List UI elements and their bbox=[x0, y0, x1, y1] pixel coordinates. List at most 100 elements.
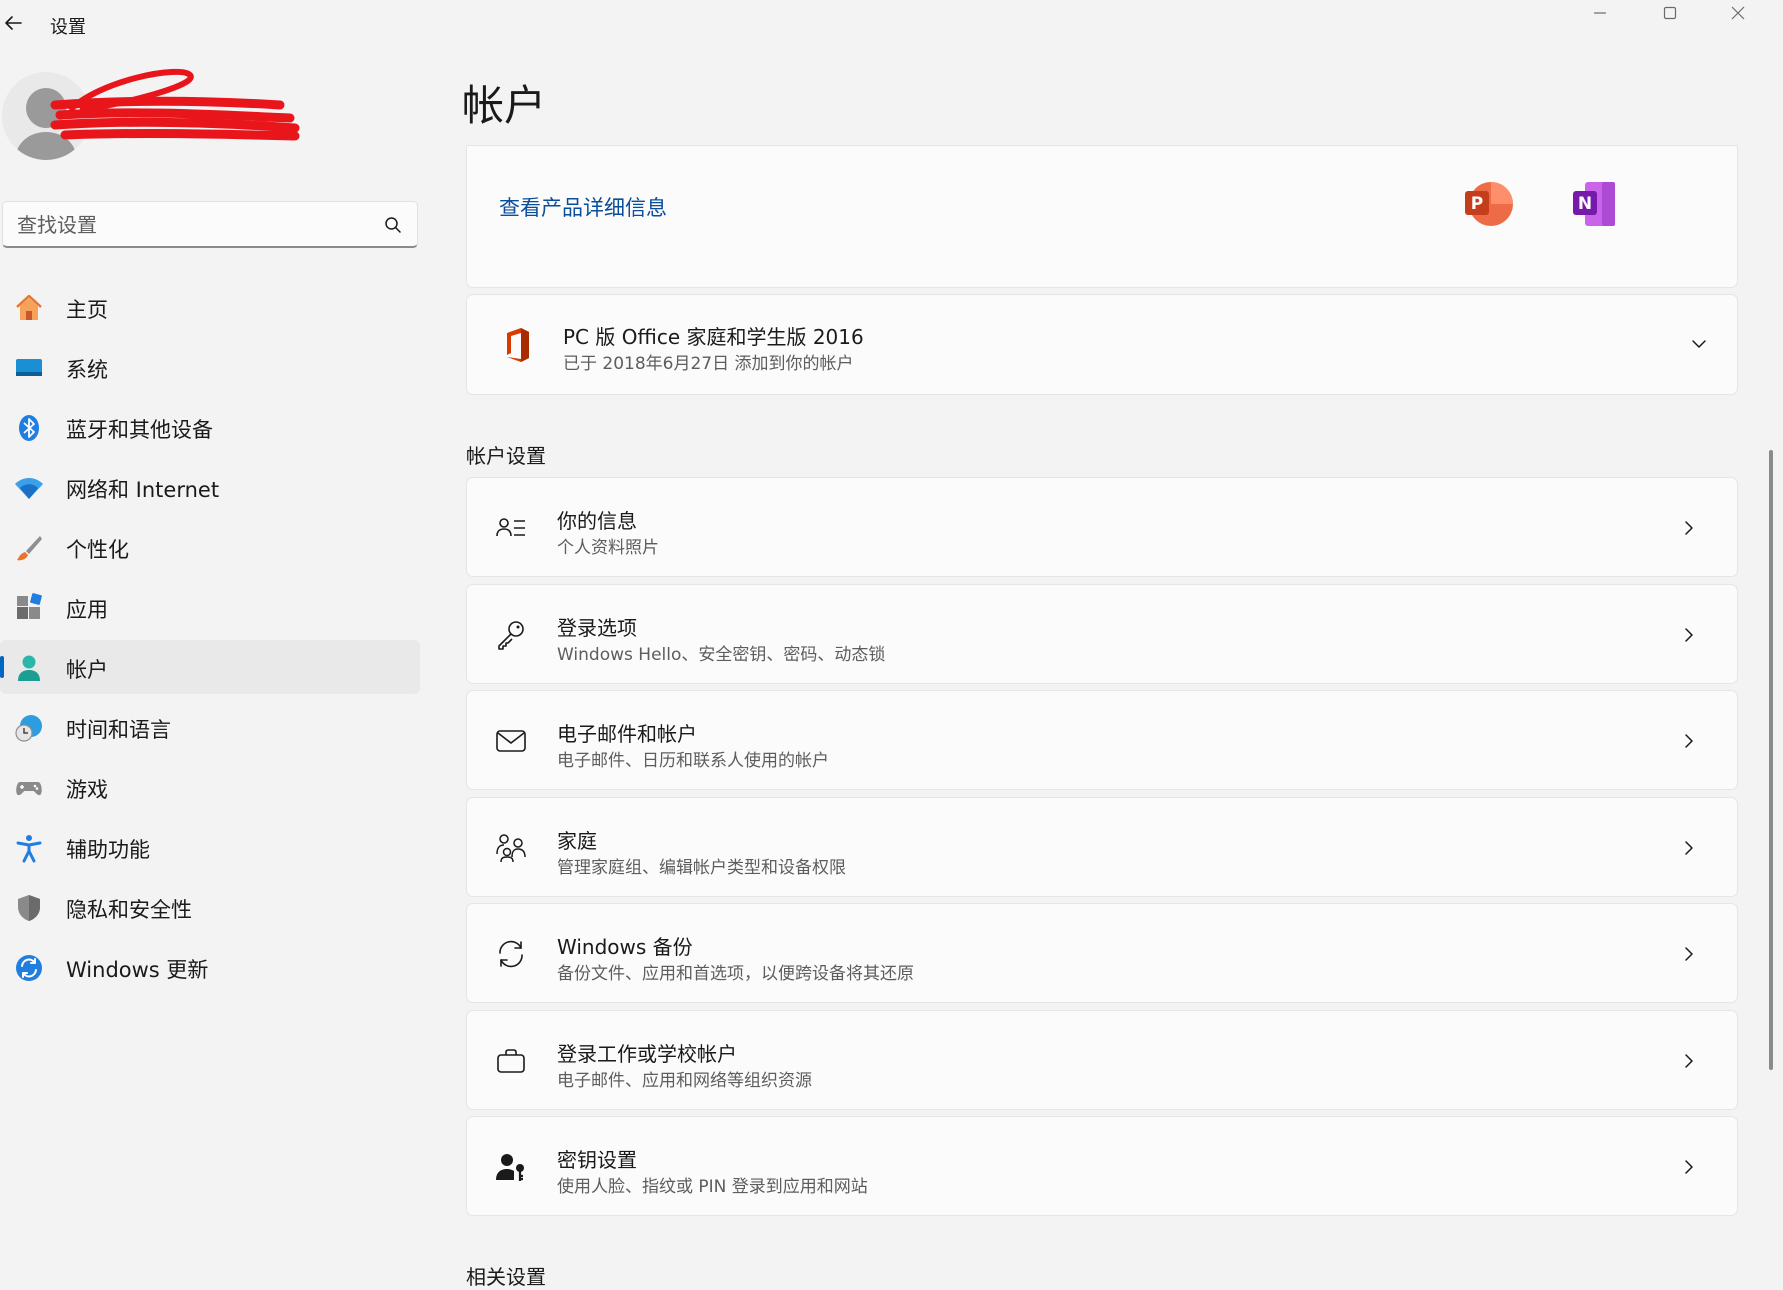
chevron-right-icon bbox=[1685, 521, 1693, 535]
setting-title: Windows 备份 bbox=[557, 935, 693, 959]
setting-title: 登录选项 bbox=[557, 616, 637, 640]
home-icon bbox=[16, 294, 42, 320]
setting-subtitle: 个人资料照片 bbox=[557, 538, 659, 558]
search-input[interactable] bbox=[17, 211, 357, 239]
account-icon bbox=[18, 655, 40, 681]
sidebar-item-privacy[interactable]: 隐私和安全性 bbox=[0, 880, 420, 934]
sidebar-item-apps[interactable]: 应用 bbox=[0, 580, 420, 634]
sidebar-item-personalization[interactable]: 个性化 bbox=[0, 520, 420, 574]
setting-subtitle: 使用人脸、指纹或 PIN 登录到应用和网站 bbox=[557, 1177, 868, 1197]
back-arrow-icon bbox=[5, 16, 22, 30]
accessibility-icon bbox=[16, 835, 42, 863]
setting-row-your-info[interactable]: 你的信息 个人资料照片 bbox=[466, 477, 1738, 577]
setting-row-work-school[interactable]: 登录工作或学校帐户 电子邮件、应用和网络等组织资源 bbox=[466, 1010, 1738, 1110]
sidebar-item-label: 帐户 bbox=[66, 658, 108, 682]
maximize-icon bbox=[1663, 6, 1677, 20]
brush-icon bbox=[17, 536, 42, 561]
setting-row-email-accounts[interactable]: 电子邮件和帐户 电子邮件、日历和联系人使用的帐户 bbox=[466, 690, 1738, 790]
sidebar-item-accounts[interactable]: 帐户 bbox=[0, 640, 420, 694]
update-icon bbox=[16, 955, 42, 981]
powerpoint-icon: P bbox=[1465, 182, 1513, 226]
family-icon bbox=[496, 834, 526, 863]
title-bar: 设置 bbox=[0, 0, 1783, 46]
setting-title: 密钥设置 bbox=[557, 1148, 637, 1172]
chevron-right-icon bbox=[1685, 1054, 1693, 1068]
setting-row-family[interactable]: 家庭 管理家庭组、编辑帐户类型和设备权限 bbox=[466, 797, 1738, 897]
bluetooth-icon bbox=[19, 415, 39, 441]
key-icon bbox=[498, 621, 524, 650]
scrollbar[interactable] bbox=[1769, 450, 1773, 1070]
setting-title: 你的信息 bbox=[557, 509, 637, 533]
sidebar-item-label: 系统 bbox=[66, 358, 108, 382]
user-profile[interactable] bbox=[0, 60, 420, 170]
setting-subtitle: 备份文件、应用和首选项，以便跨设备将其还原 bbox=[557, 964, 914, 984]
sidebar-item-bluetooth[interactable]: 蓝牙和其他设备 bbox=[0, 400, 420, 454]
sidebar-item-home[interactable]: 主页 bbox=[0, 280, 420, 334]
setting-subtitle: 电子邮件、日历和联系人使用的帐户 bbox=[557, 751, 829, 771]
system-icon bbox=[16, 359, 42, 376]
chevron-right-icon bbox=[1685, 628, 1693, 642]
onenote-icon: N bbox=[1573, 182, 1615, 226]
setting-title: 电子邮件和帐户 bbox=[557, 722, 697, 746]
svg-text:N: N bbox=[1578, 194, 1592, 214]
gamepad-icon bbox=[16, 782, 42, 796]
office-icon bbox=[507, 328, 529, 362]
sidebar-item-network[interactable]: 网络和 Internet bbox=[0, 460, 420, 514]
chevron-right-icon bbox=[1685, 734, 1693, 748]
setting-row-windows-backup[interactable]: Windows 备份 备份文件、应用和首选项，以便跨设备将其还原 bbox=[466, 903, 1738, 1003]
passkey-icon bbox=[496, 1154, 524, 1181]
redaction-scribble bbox=[50, 69, 300, 141]
sidebar-item-label: 游戏 bbox=[66, 778, 108, 802]
briefcase-icon bbox=[497, 1049, 525, 1073]
sidebar-item-label: 网络和 Internet bbox=[66, 478, 220, 502]
chevron-down-icon[interactable] bbox=[1689, 334, 1709, 354]
apps-icon bbox=[17, 593, 42, 619]
app-title: 设置 bbox=[50, 17, 86, 38]
minimize-button[interactable] bbox=[1572, 0, 1628, 26]
setting-title: 登录工作或学校帐户 bbox=[557, 1042, 737, 1066]
chevron-right-icon bbox=[1685, 841, 1693, 855]
mail-icon bbox=[496, 730, 526, 752]
sync-icon bbox=[499, 940, 523, 968]
sidebar-item-label: 辅助功能 bbox=[66, 838, 150, 862]
person-info-icon bbox=[496, 518, 525, 537]
setting-subtitle: 管理家庭组、编辑帐户类型和设备权限 bbox=[557, 858, 846, 878]
chevron-right-icon bbox=[1685, 1160, 1693, 1174]
close-button[interactable] bbox=[1710, 0, 1766, 26]
setting-row-sign-in-options[interactable]: 登录选项 Windows Hello、安全密钥、密码、动态锁 bbox=[466, 584, 1738, 684]
sidebar-item-gaming[interactable]: 游戏 bbox=[0, 760, 420, 814]
product-card: 查看产品详细信息 P N bbox=[466, 145, 1738, 288]
account-settings-heading: 帐户设置 bbox=[466, 444, 546, 468]
svg-text:P: P bbox=[1471, 194, 1483, 214]
sidebar-item-label: 蓝牙和其他设备 bbox=[66, 418, 213, 442]
sidebar-nav: 主页 系统 蓝牙和其他设备 网络和 Internet 个性化 应用 帐户 时间和… bbox=[0, 280, 420, 1000]
minimize-icon bbox=[1594, 12, 1606, 14]
setting-row-passkey[interactable]: 密钥设置 使用人脸、指纹或 PIN 登录到应用和网站 bbox=[466, 1116, 1738, 1216]
close-icon bbox=[1731, 6, 1745, 20]
sidebar-item-system[interactable]: 系统 bbox=[0, 340, 420, 394]
setting-subtitle: Windows Hello、安全密钥、密码、动态锁 bbox=[557, 645, 886, 665]
sidebar-item-label: 隐私和安全性 bbox=[66, 898, 192, 922]
shield-icon bbox=[18, 895, 40, 921]
back-button[interactable] bbox=[0, 10, 26, 36]
sidebar-item-label: 个性化 bbox=[66, 538, 129, 562]
sidebar-item-time-language[interactable]: 时间和语言 bbox=[0, 700, 420, 754]
chevron-right-icon bbox=[1685, 947, 1693, 961]
search-icon[interactable] bbox=[383, 215, 403, 235]
sidebar-item-label: 时间和语言 bbox=[66, 718, 171, 742]
maximize-button[interactable] bbox=[1642, 0, 1698, 26]
search-box[interactable] bbox=[2, 201, 418, 248]
sidebar-item-label: 主页 bbox=[66, 298, 108, 322]
sidebar-item-windows-update[interactable]: Windows 更新 bbox=[0, 940, 420, 994]
sidebar-item-accessibility[interactable]: 辅助功能 bbox=[0, 820, 420, 874]
office-product-row[interactable]: PC 版 Office 家庭和学生版 2016 已于 2018年6月27日 添加… bbox=[466, 294, 1738, 395]
page-title: 帐户 bbox=[462, 81, 547, 130]
office-product-title: PC 版 Office 家庭和学生版 2016 bbox=[563, 325, 864, 349]
sidebar-item-label: Windows 更新 bbox=[66, 958, 209, 982]
setting-title: 家庭 bbox=[557, 829, 597, 853]
setting-subtitle: 电子邮件、应用和网络等组织资源 bbox=[557, 1071, 812, 1091]
wifi-icon bbox=[15, 478, 43, 499]
sidebar-item-label: 应用 bbox=[66, 598, 108, 622]
product-details-link[interactable]: 查看产品详细信息 bbox=[499, 192, 667, 222]
related-settings-heading: 相关设置 bbox=[466, 1265, 546, 1289]
